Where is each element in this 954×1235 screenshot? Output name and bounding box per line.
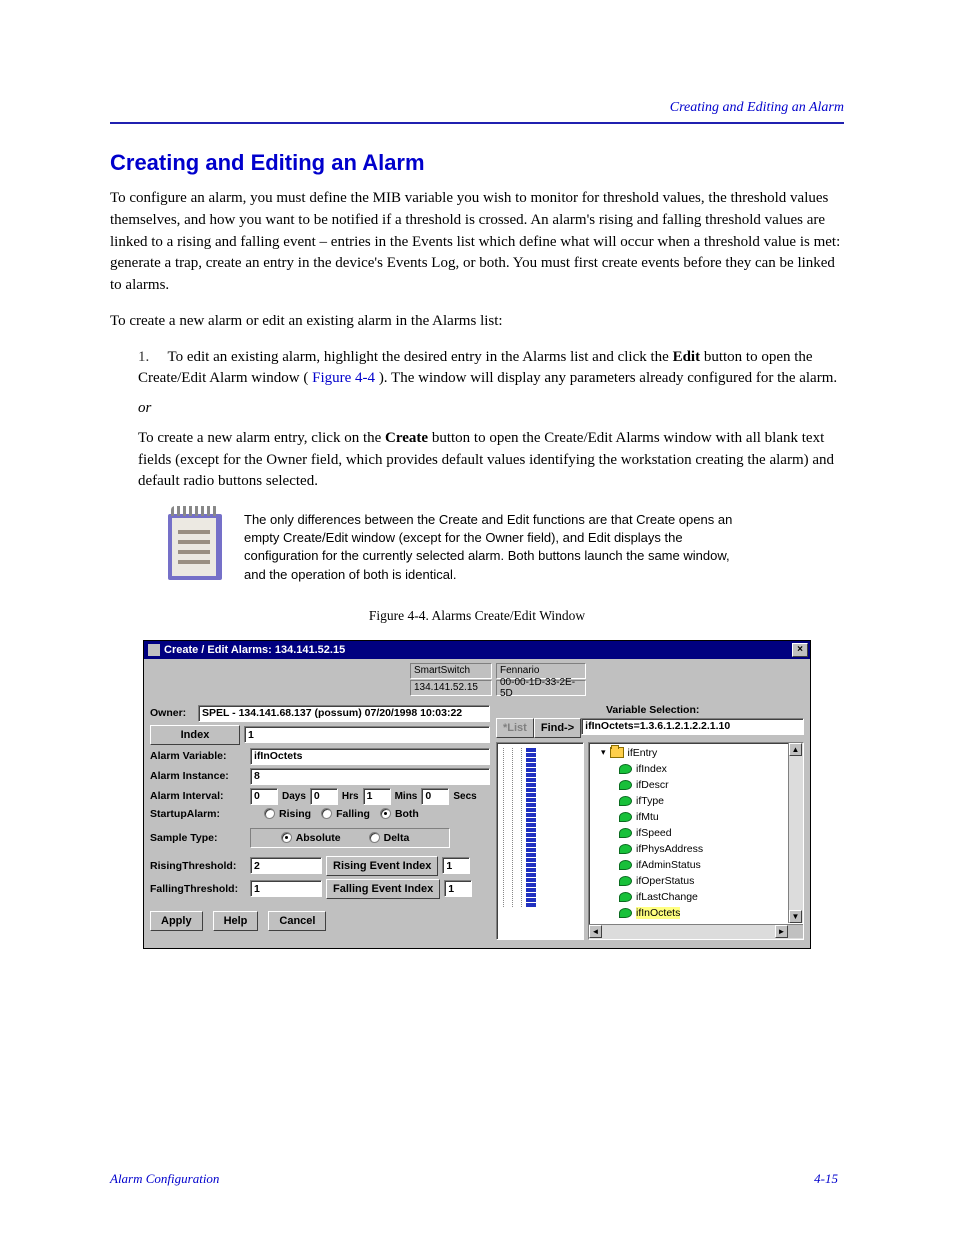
- notepad-icon: [168, 514, 222, 580]
- startup-falling-radio[interactable]: Falling: [321, 808, 370, 820]
- step-text: To create a new alarm entry, click on th…: [138, 430, 385, 446]
- tree-leaf[interactable]: ifOperStatus: [619, 873, 803, 889]
- sample-delta-radio[interactable]: Delta: [369, 832, 410, 844]
- leaf-icon: [619, 908, 632, 918]
- edit-ref: Edit: [673, 349, 701, 365]
- variable-label: Alarm Variable:: [150, 750, 246, 762]
- leaf-icon: [619, 892, 632, 902]
- device-mac: 00-00-1D-33-2E-5D: [496, 680, 586, 696]
- footer-left: Alarm Configuration: [110, 1171, 219, 1187]
- index-button[interactable]: Index: [150, 725, 240, 745]
- leaf-icon: [619, 860, 632, 870]
- falling-event-input[interactable]: 1: [444, 880, 472, 897]
- figure-ref: Figure 4-4: [312, 370, 375, 386]
- tree-leaf[interactable]: ifAdminStatus: [619, 857, 803, 873]
- help-button[interactable]: Help: [213, 911, 259, 931]
- falling-label: FallingThreshold:: [150, 883, 246, 895]
- tree-leaf[interactable]: ifLastChange: [619, 889, 803, 905]
- device-ip: 134.141.52.15: [410, 680, 492, 696]
- falling-input[interactable]: 1: [250, 880, 322, 897]
- oid-input[interactable]: ifInOctets=1.3.6.1.2.1.2.2.1.10: [581, 718, 804, 735]
- owner-label: Owner:: [150, 707, 194, 719]
- sample-label: Sample Type:: [150, 832, 246, 844]
- vertical-scrollbar[interactable]: ▲ ▼: [788, 743, 803, 923]
- find-button[interactable]: Find->: [534, 718, 581, 738]
- tree-leaf[interactable]: ifDescr: [619, 777, 803, 793]
- leaf-icon: [619, 844, 632, 854]
- instance-input[interactable]: 8: [250, 768, 490, 785]
- figure-caption: Figure 4-4. Alarms Create/Edit Window: [110, 608, 844, 624]
- tree-leaf[interactable]: ifInOctets: [619, 905, 803, 921]
- days-input[interactable]: 0: [250, 788, 278, 805]
- index-input[interactable]: 1: [244, 726, 490, 743]
- rising-event-label: Rising Event Index: [326, 856, 438, 876]
- cancel-button[interactable]: Cancel: [268, 911, 326, 931]
- close-icon[interactable]: ×: [792, 643, 808, 657]
- rising-input[interactable]: 2: [250, 857, 322, 874]
- tree-folder[interactable]: ▾ifEntry: [601, 745, 803, 761]
- hrs-input[interactable]: 0: [310, 788, 338, 805]
- secs-unit: Secs: [453, 791, 476, 802]
- dialog: Create / Edit Alarms: 134.141.52.15 × Sm…: [143, 640, 811, 949]
- scroll-left-icon[interactable]: ◄: [589, 925, 602, 938]
- heading: Creating and Editing an Alarm: [110, 150, 844, 176]
- leaf-icon: [619, 828, 632, 838]
- interval-label: Alarm Interval:: [150, 790, 246, 802]
- sample-group: Absolute Delta: [250, 828, 450, 848]
- instance-label: Alarm Instance:: [150, 770, 246, 782]
- paragraph: To configure an alarm, you must define t…: [110, 188, 844, 297]
- leaf-icon: [619, 876, 632, 886]
- step-1: 1. To edit an existing alarm, highlight …: [138, 347, 844, 494]
- sysmenu-icon[interactable]: [148, 644, 160, 656]
- device-type: SmartSwitch: [410, 663, 492, 679]
- mib-tree-pane[interactable]: [496, 742, 584, 940]
- variable-selection-label: Variable Selection:: [606, 704, 804, 716]
- mins-input[interactable]: 1: [363, 788, 391, 805]
- paragraph: To create a new alarm or edit an existin…: [110, 311, 844, 333]
- hrs-unit: Hrs: [342, 791, 359, 802]
- dialog-title: Create / Edit Alarms: 134.141.52.15: [164, 644, 345, 656]
- days-unit: Days: [282, 791, 306, 802]
- tree-leaf[interactable]: ifPhysAddress: [619, 841, 803, 857]
- startup-label: StartupAlarm:: [150, 808, 246, 820]
- step-text: To edit an existing alarm, highlight the…: [167, 349, 672, 365]
- page-number: 4-15: [814, 1171, 838, 1187]
- startup-both-radio[interactable]: Both: [380, 808, 419, 820]
- owner-input[interactable]: SPEL - 134.141.68.137 (possum) 07/20/199…: [198, 705, 490, 722]
- section-header: Creating and Editing an Alarm: [110, 100, 844, 116]
- scroll-right-icon[interactable]: ►: [775, 925, 788, 938]
- folder-icon: [610, 747, 624, 758]
- tree-leaf[interactable]: ifMtu: [619, 809, 803, 825]
- titlebar: Create / Edit Alarms: 134.141.52.15 ×: [144, 641, 810, 659]
- rising-event-input[interactable]: 1: [442, 857, 470, 874]
- divider: [110, 122, 844, 124]
- scroll-up-icon[interactable]: ▲: [789, 743, 802, 756]
- leaf-icon: [619, 780, 632, 790]
- create-ref: Create: [385, 430, 428, 446]
- tree-leaf[interactable]: ifSpeed: [619, 825, 803, 841]
- apply-button[interactable]: Apply: [150, 911, 203, 931]
- tree-leaf[interactable]: ifIndex: [619, 761, 803, 777]
- leaf-list-pane[interactable]: ▾ifEntryifIndexifDescrifTypeifMtuifSpeed…: [588, 742, 804, 940]
- leaf-icon: [619, 812, 632, 822]
- variable-input[interactable]: ifInOctets: [250, 748, 490, 765]
- sample-absolute-radio[interactable]: Absolute: [281, 832, 341, 844]
- list-button[interactable]: *List: [496, 718, 534, 738]
- tree-leaf[interactable]: ifType: [619, 793, 803, 809]
- leaf-icon: [619, 796, 632, 806]
- step-text: ). The window will display any parameter…: [379, 370, 837, 386]
- note-text: The only differences between the Create …: [244, 511, 744, 584]
- rising-label: RisingThreshold:: [150, 860, 246, 872]
- secs-input[interactable]: 0: [421, 788, 449, 805]
- mins-unit: Mins: [395, 791, 418, 802]
- step-or: or: [138, 400, 151, 416]
- scroll-down-icon[interactable]: ▼: [789, 910, 802, 923]
- leaf-icon: [619, 764, 632, 774]
- startup-rising-radio[interactable]: Rising: [264, 808, 311, 820]
- note: The only differences between the Create …: [168, 511, 844, 584]
- horizontal-scrollbar[interactable]: ◄ ►: [589, 924, 803, 939]
- falling-event-label: Falling Event Index: [326, 879, 440, 899]
